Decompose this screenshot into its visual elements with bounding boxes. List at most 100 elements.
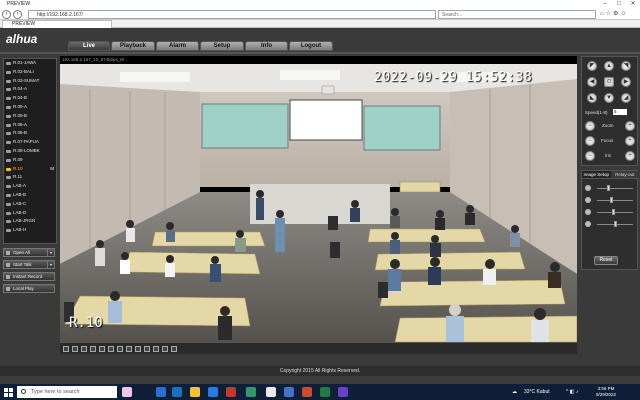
browser-search-input[interactable]: Search... — [438, 10, 596, 19]
iris-close-icon[interactable]: − — [585, 151, 595, 161]
ptz-up-left-icon[interactable]: ◤ — [587, 61, 597, 71]
channel-item[interactable]: R.10 M — [4, 165, 56, 174]
chevron-down-icon[interactable]: ▾ — [47, 261, 54, 268]
instant-record-button[interactable]: Instant Record — [3, 272, 55, 281]
zoom-out-icon[interactable]: − — [585, 121, 595, 131]
ptz-up-icon[interactable]: ▲ — [604, 61, 614, 71]
focus-out-icon[interactable]: − — [585, 136, 595, 146]
focus-in-icon[interactable]: + — [625, 136, 635, 146]
ptz-right-icon[interactable]: ▶ — [621, 77, 631, 87]
channel-item[interactable]: R.06-B — [4, 129, 56, 138]
video-toolbar-button-icon[interactable] — [171, 346, 177, 352]
video-window[interactable]: 192.168.2.167_10_574kbps_M 2022-09-29 15… — [60, 56, 577, 342]
store-icon[interactable] — [172, 387, 182, 397]
chrome-icon[interactable] — [266, 387, 276, 397]
powerpoint-icon[interactable] — [302, 387, 312, 397]
channel-item[interactable]: LAB-A — [4, 182, 56, 191]
slider-knob[interactable] — [606, 185, 610, 191]
channel-item[interactable]: LAB-H — [4, 226, 56, 235]
channel-item[interactable]: R.07-PAPUA — [4, 138, 56, 147]
contrast-slider[interactable] — [585, 197, 635, 203]
ptz-down-icon[interactable]: ▼ — [604, 93, 614, 103]
word-icon[interactable] — [284, 387, 294, 397]
channel-item[interactable]: LAB-C — [4, 200, 56, 209]
channel-item[interactable]: R.01-JAWA — [4, 59, 56, 68]
channel-item[interactable]: LAB-B — [4, 191, 56, 200]
back-icon[interactable]: ‹ — [2, 10, 11, 19]
reset-button[interactable]: Reset — [594, 256, 618, 265]
weather-text[interactable]: 33°C Kabut — [524, 384, 550, 400]
channel-item[interactable]: R.04-B — [4, 94, 56, 103]
video-toolbar-button-icon[interactable] — [144, 346, 150, 352]
menu-setup[interactable]: Setup — [200, 41, 244, 51]
channel-item[interactable]: R.05-A — [4, 103, 56, 112]
video-toolbar-button-icon[interactable] — [108, 346, 114, 352]
video-toolbar-button-icon[interactable] — [99, 346, 105, 352]
close-icon[interactable]: ✕ — [626, 0, 640, 8]
task-view-icon[interactable] — [156, 387, 166, 397]
edge-icon[interactable] — [246, 387, 256, 397]
menu-playback[interactable]: Playback — [111, 41, 155, 51]
ptz-down-right-icon[interactable]: ◢ — [621, 93, 631, 103]
video-toolbar-button-icon[interactable] — [117, 346, 123, 352]
video-toolbar-button-icon[interactable] — [90, 346, 96, 352]
windows-start-icon[interactable] — [4, 388, 13, 397]
excel-icon[interactable] — [320, 387, 330, 397]
channel-item[interactable]: LAB-D — [4, 209, 56, 218]
tab-relay-out[interactable]: Relay-out — [610, 171, 639, 179]
menu-live[interactable]: Live — [68, 41, 110, 51]
channel-item[interactable]: R.04-A — [4, 85, 56, 94]
video-toolbar-button-icon[interactable] — [72, 346, 78, 352]
app-icon[interactable] — [338, 387, 348, 397]
tab-image-setup[interactable]: Image Setup — [582, 171, 611, 179]
slider-knob[interactable] — [613, 221, 617, 227]
camera-feed[interactable]: 2022-09-29 15:52:38 R.10 — [60, 64, 577, 342]
browser-tab[interactable]: PREVIEW — [2, 20, 112, 28]
open-all-button[interactable]: Open All ▾ — [3, 248, 55, 257]
file-explorer-icon[interactable] — [190, 387, 200, 397]
video-toolbar-button-icon[interactable] — [63, 346, 69, 352]
channel-item[interactable]: R.08-LOMBK — [4, 147, 56, 156]
ptz-up-right-icon[interactable]: ◥ — [621, 61, 631, 71]
menu-alarm[interactable]: Alarm — [156, 41, 199, 51]
start-talk-button[interactable]: Start Talk ▾ — [3, 260, 55, 269]
forward-icon[interactable]: › — [13, 10, 22, 19]
widgets-icon[interactable] — [122, 387, 132, 397]
channel-item[interactable]: R.06-A — [4, 121, 56, 130]
mail-icon[interactable] — [208, 387, 218, 397]
speed-select[interactable]: 5 — [613, 109, 627, 115]
slider-knob[interactable] — [610, 197, 614, 203]
ptz-left-icon[interactable]: ◀ — [587, 77, 597, 87]
channel-item[interactable]: R.03-SUMAT — [4, 77, 56, 86]
slider-knob[interactable] — [611, 209, 615, 215]
menu-logout[interactable]: Logout — [289, 41, 333, 51]
channel-item[interactable]: R.11 — [4, 173, 56, 182]
ptz-center-icon[interactable]: ⊙ — [604, 77, 614, 87]
iris-open-icon[interactable]: + — [625, 151, 635, 161]
saturation-slider[interactable] — [585, 209, 635, 215]
video-toolbar-button-icon[interactable] — [126, 346, 132, 352]
office-icon[interactable] — [226, 387, 236, 397]
ptz-down-left-icon[interactable]: ◣ — [587, 93, 597, 103]
local-play-button[interactable]: Local Play — [3, 284, 55, 293]
channel-item[interactable]: R.09 — [4, 156, 56, 165]
zoom-in-icon[interactable]: + — [625, 121, 635, 131]
video-toolbar-button-icon[interactable] — [81, 346, 87, 352]
video-toolbar-button-icon[interactable] — [162, 346, 168, 352]
taskbar-clock[interactable]: 3:56 PM 9/29/2022 — [586, 386, 626, 398]
weather-icon[interactable]: ☁ — [512, 384, 517, 400]
channel-item[interactable]: LAB-JRGN — [4, 217, 56, 226]
video-toolbar-button-icon[interactable] — [135, 346, 141, 352]
url-field[interactable]: http://192.168.2.167/ — [28, 10, 436, 19]
channel-item[interactable]: R.02-BALI — [4, 68, 56, 77]
video-toolbar-button-icon[interactable] — [153, 346, 159, 352]
minimize-icon[interactable]: – — [598, 0, 612, 8]
menu-info[interactable]: Info — [245, 41, 288, 51]
tray-icons[interactable]: ^ ◧ ♪ — [566, 384, 578, 400]
hue-slider[interactable] — [585, 221, 635, 227]
chevron-down-icon[interactable]: ▾ — [47, 249, 54, 256]
maximize-icon[interactable]: □ — [612, 0, 626, 8]
browser-toolbar-icons[interactable]: ⌂☆⚙☺ — [600, 10, 629, 17]
taskbar-search-input[interactable]: Type here to search — [17, 386, 117, 398]
channel-item[interactable]: R.05-B — [4, 112, 56, 121]
